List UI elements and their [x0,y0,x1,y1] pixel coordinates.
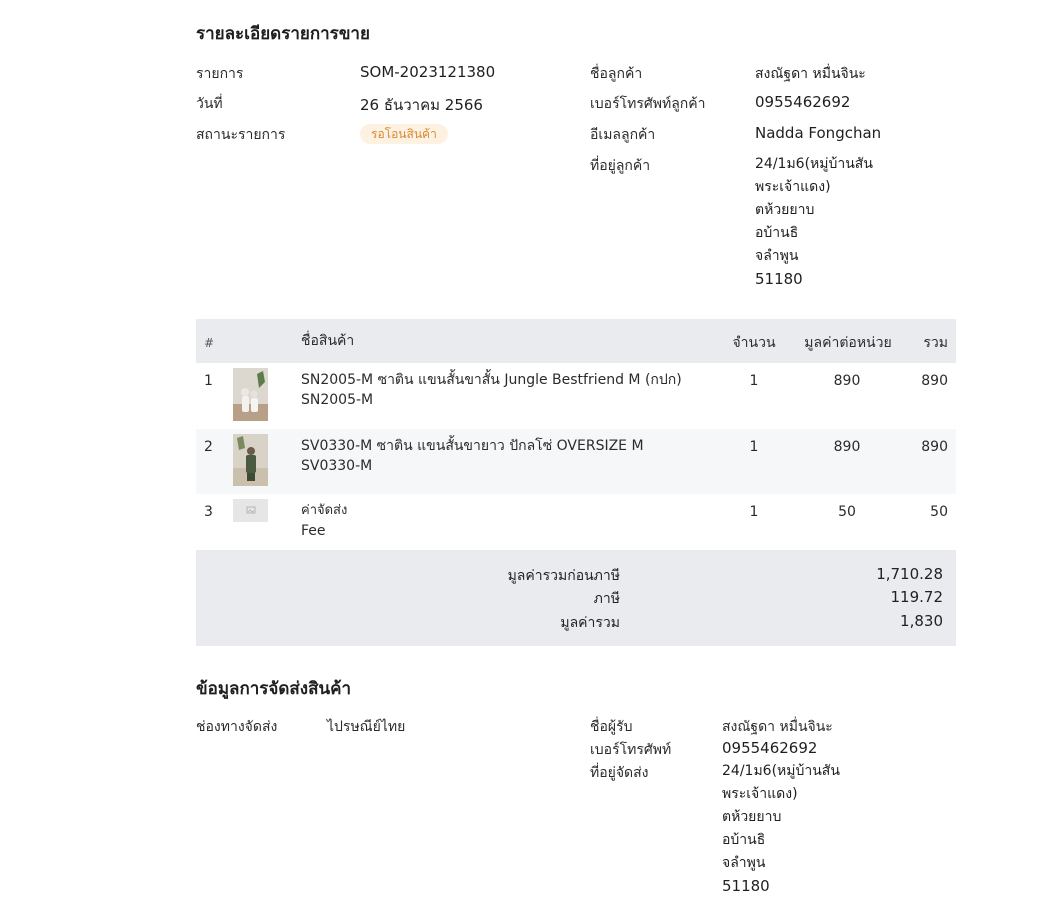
customer-address-line: ตห้วยยาบ [755,202,815,218]
recipient-phone-label: เบอร์โทรศัพท์ [590,742,672,758]
order-number-label: รายการ [196,66,244,82]
product-thumbnail[interactable] [233,368,268,421]
shipping-address-line: จลำพูน [722,855,766,871]
customer-address-line: 24/1ม6(หมู่บ้านสัน [755,156,873,172]
order-details-title: รายละเอียดรายการขาย [196,24,370,44]
product-title: SV0330-M ซาติน แขนสั้นขายาว ปักลโซ่ OVER… [301,438,644,454]
shipping-channel-label: ช่องทางจัดส่ง [196,719,278,735]
subtotal-label: มูลค่ารวมก่อนภาษี [507,568,620,584]
header-quantity: จำนวน [732,335,776,351]
product-thumbnail[interactable] [233,499,268,522]
table-row[interactable]: 2 SV0330-M ซาติน แขนสั้นขายาว ปักลโซ่ OV… [196,429,956,494]
recipient-phone-value: 0955462692 [722,739,818,757]
product-title: SN2005-M ซาติน แขนสั้นขาสั้น Jungle Best… [301,372,682,388]
product-photo-icon [233,434,268,486]
row-number: 2 [204,439,213,455]
product-title: ค่าจัดส่ง [301,503,348,518]
shipping-info-title: ข้อมูลการจัดส่งสินค้า [196,679,352,699]
recipient-name-value: สงณัฐดา หมื่นจินะ [722,719,833,735]
product-sku: SV0330-M [301,458,373,474]
order-number-value: SOM-2023121380 [360,63,496,81]
shipping-address-line: 51180 [722,877,770,895]
customer-email-value: Nadda Fongchan [755,124,882,142]
grand-total-label: มูลค่ารวม [560,615,620,631]
order-date-value: 26 ธันวาคม 2566 [360,96,483,114]
customer-address-line: พระเจ้าแดง) [755,179,831,195]
product-name: ค่าจัดส่ง Fee [301,501,347,541]
product-unit-price: 890 [833,439,861,455]
product-total: 890 [921,373,948,389]
tax-value: 119.72 [890,588,944,606]
shipping-address-line: ตห้วยยาบ [722,809,782,825]
product-photo-icon [233,368,268,421]
shipping-address-line: พระเจ้าแดง) [722,786,798,802]
customer-address-line: 51180 [755,270,803,288]
customer-phone-label: เบอร์โทรศัพท์ลูกค้า [590,96,706,112]
order-totals: มูลค่ารวมก่อนภาษี 1,710.28 ภาษี 119.72 ม… [196,550,956,646]
product-quantity: 1 [749,373,759,389]
subtotal-value: 1,710.28 [876,565,943,583]
table-row[interactable]: 3 ค่าจัดส่ง Fee 1 50 50 [196,494,956,550]
shipping-address-line: 24/1ม6(หมู่บ้านสัน [722,763,840,779]
product-name: SN2005-M ซาติน แขนสั้นขาสั้น Jungle Best… [301,370,682,410]
header-unit-price: มูลค่าต่อหน่วย [804,335,892,351]
row-number: 1 [204,373,213,389]
table-row[interactable]: 1 SN2005-M ซาติน แขนสั้นขาสั้น Jungle Be… [196,363,956,429]
product-thumbnail[interactable] [233,434,268,486]
row-number: 3 [204,504,213,520]
customer-address-label: ที่อยู่ลูกค้า [590,158,651,174]
shipping-address-label: ที่อยู่จัดส่ง [590,765,649,781]
customer-address-line: จลำพูน [755,248,799,264]
product-quantity: 1 [749,504,759,520]
order-items-table: # ชื่อสินค้า จำนวน มูลค่าต่อหน่วย รวม 1 … [196,319,956,646]
order-status-label: สถานะรายการ [196,127,286,143]
product-total: 50 [930,504,948,520]
product-total: 890 [921,439,948,455]
product-name: SV0330-M ซาติน แขนสั้นขายาว ปักลโซ่ OVER… [301,436,644,476]
product-sku: Fee [301,523,326,539]
customer-address-line: อบ้านธิ [755,225,799,241]
product-unit-price: 50 [838,504,856,520]
shipping-channel-value: ไปรษณีย์ไทย [327,719,406,735]
shipping-address-line: อบ้านธิ [722,832,766,848]
product-quantity: 1 [749,439,759,455]
product-sku: SN2005-M [301,392,374,408]
customer-name-label: ชื่อลูกค้า [590,66,643,82]
header-product-name: ชื่อสินค้า [301,333,355,349]
tax-label: ภาษี [593,591,620,607]
grand-total-value: 1,830 [900,612,943,630]
customer-phone-value: 0955462692 [755,93,851,111]
header-total: รวม [923,335,948,351]
customer-email-label: อีเมลลูกค้า [590,127,656,143]
shipping-address: 24/1ม6(หมู่บ้านสัน พระเจ้าแดง) ตห้วยยาบ … [722,760,840,898]
customer-name-value: สงณัฐดา หมื่นจินะ [755,66,866,82]
product-unit-price: 890 [833,373,861,389]
table-header: # ชื่อสินค้า จำนวน มูลค่าต่อหน่วย รวม [196,319,956,363]
order-date-label: วันที่ [196,96,223,112]
recipient-name-label: ชื่อผู้รับ [590,719,633,735]
status-badge: รอโอนสินค้า [360,124,448,144]
image-placeholder-icon [233,499,268,522]
customer-address: 24/1ม6(หมู่บ้านสัน พระเจ้าแดง) ตห้วยยาบ … [755,153,873,291]
header-number: # [204,336,215,350]
